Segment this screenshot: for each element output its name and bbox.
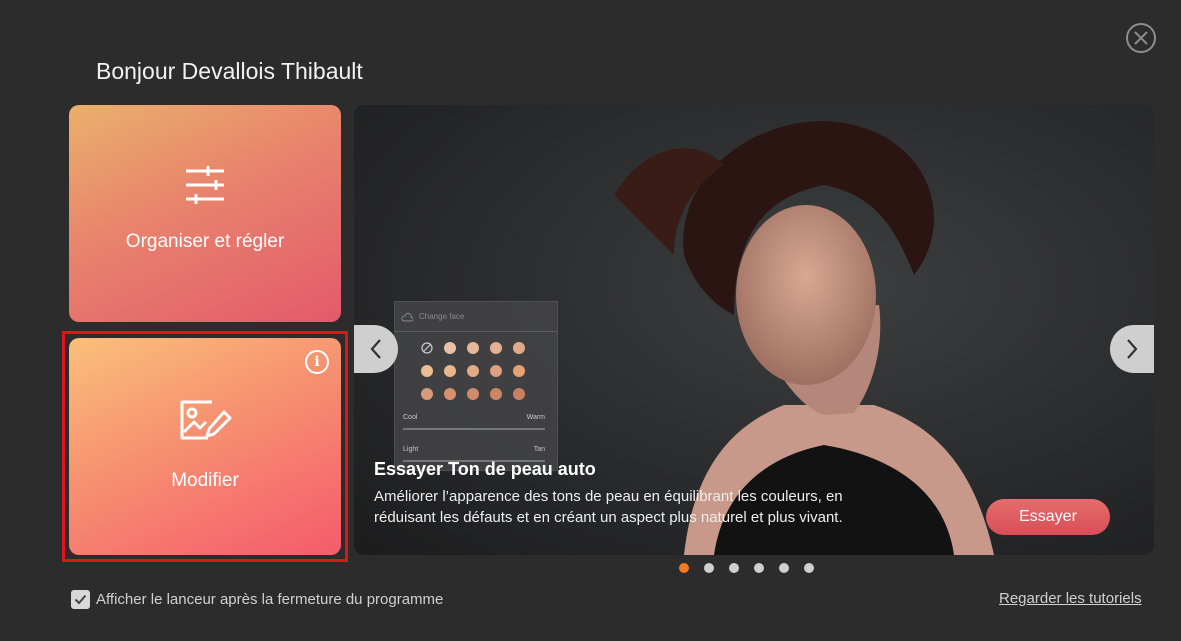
swatch[interactable] [490,388,502,400]
swatch[interactable] [421,388,433,400]
info-icon[interactable]: i [305,350,329,374]
carousel-dot[interactable] [729,563,739,573]
swatch[interactable] [444,365,456,377]
edit-label: Modifier [171,470,239,491]
swatch[interactable] [490,342,502,354]
swatch[interactable] [467,365,479,377]
panel-header: Change face [395,302,557,332]
image-edit-icon [180,400,232,440]
swatch-grid [421,342,525,400]
show-launcher-checkbox[interactable] [71,590,90,609]
swatch[interactable] [490,365,502,377]
carousel-dot[interactable] [779,563,789,573]
close-icon [1134,31,1148,45]
banner-description: Améliorer l’apparence des tons de peau e… [374,488,843,526]
chevron-left-icon [370,339,381,359]
banner-text-block: Essayer Ton de peau auto Améliorer l’app… [374,459,874,528]
swatch[interactable] [513,365,525,377]
tan-label: Tan [533,446,545,453]
sliders-icon [186,166,224,204]
carousel-dots [679,563,814,573]
cool-label: Cool [403,414,418,421]
swatch[interactable] [444,342,456,354]
skin-tone-panel: Change face Cool Warm Light Tan [394,301,558,471]
tutorials-link[interactable]: Regarder les tutoriels [999,590,1142,607]
swatch[interactable] [513,342,525,354]
warm-label: Warm [526,414,545,421]
carousel-dot[interactable] [754,563,764,573]
carousel-dot[interactable] [804,563,814,573]
organize-adjust-tile[interactable]: Organiser et régler [69,105,341,322]
next-slide-button[interactable] [1110,325,1154,373]
swatch[interactable] [513,388,525,400]
no-color-icon [421,342,433,354]
checkmark-icon [74,594,87,605]
try-button[interactable]: Essayer [986,499,1110,535]
organize-adjust-label: Organiser et régler [125,231,285,252]
show-launcher-label: Afficher le lanceur après la fermeture d… [96,591,444,608]
carousel-dot[interactable] [704,563,714,573]
light-label: Light [403,446,419,453]
swatch[interactable] [421,365,433,377]
show-launcher-option[interactable]: Afficher le lanceur après la fermeture d… [71,590,443,609]
panel-title: Change face [419,312,465,321]
greeting-title: Bonjour Devallois Thibault [96,58,363,84]
feature-banner: Change face Cool Warm Light Tan Essayer … [354,105,1154,555]
banner-title: Essayer Ton de peau auto [374,459,596,479]
cloud-icon [401,312,413,321]
carousel-dot[interactable] [679,563,689,573]
swatch[interactable] [467,342,479,354]
chevron-right-icon [1127,339,1138,359]
swatch[interactable] [444,388,456,400]
cool-warm-slider[interactable] [403,428,545,430]
edit-tile[interactable]: i Modifier [69,338,341,555]
swatch[interactable] [467,388,479,400]
close-button[interactable] [1126,23,1156,53]
